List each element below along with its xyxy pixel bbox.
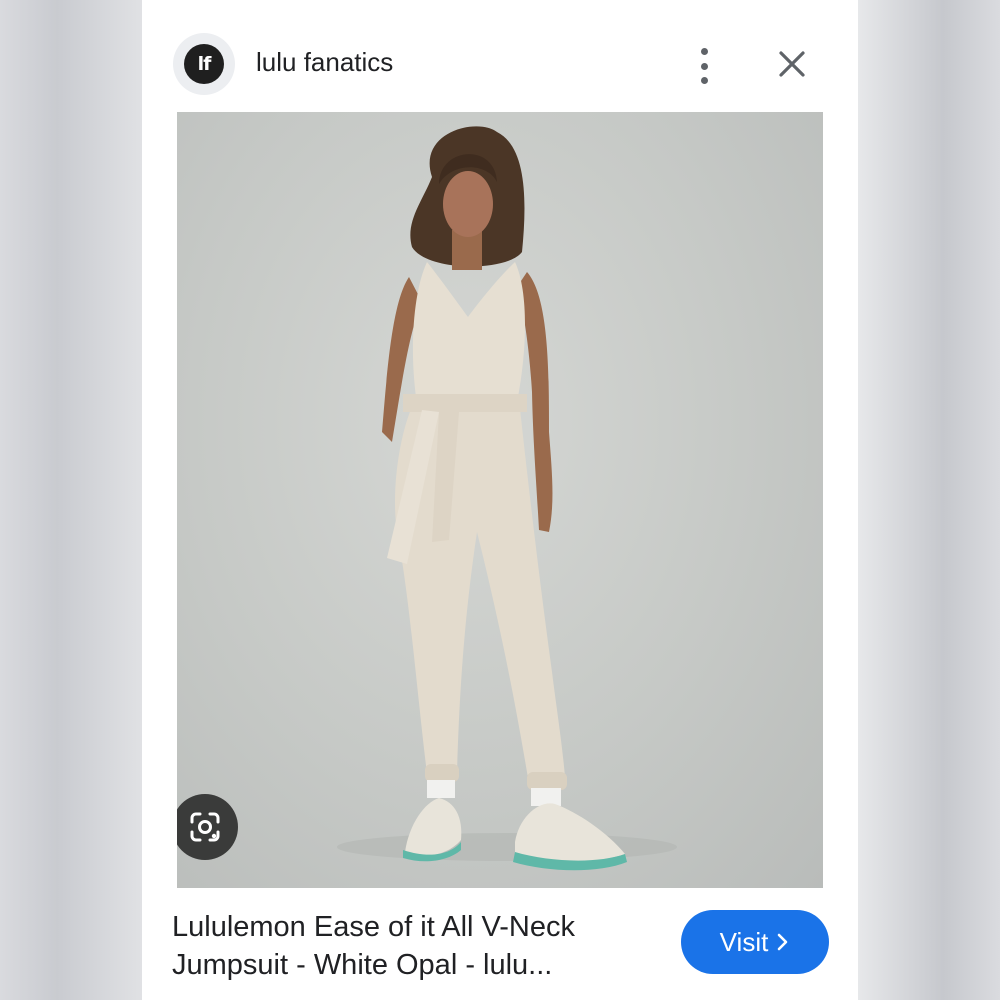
- image-preview-card: lf lulu fanatics Lululemon Ease of it Al…: [142, 0, 858, 1000]
- subtitle-cutoff: [172, 992, 632, 1000]
- backdrop-right: [858, 0, 1000, 1000]
- result-title[interactable]: Lululemon Ease of it All V-Neck Jumpsuit…: [172, 908, 622, 984]
- close-button[interactable]: [772, 44, 812, 84]
- site-logo: lf: [184, 44, 224, 84]
- visit-label: Visit: [719, 926, 769, 957]
- google-lens-icon: [190, 812, 220, 842]
- preview-header: lf lulu fanatics: [142, 0, 858, 112]
- site-avatar[interactable]: lf: [173, 33, 235, 95]
- site-name[interactable]: lulu fanatics: [256, 47, 393, 78]
- preview-footer: Lululemon Ease of it All V-Neck Jumpsuit…: [142, 888, 858, 1000]
- more-options-button[interactable]: [690, 46, 718, 86]
- model-jumpsuit-illustration: [337, 126, 677, 871]
- more-vert-icon: [700, 48, 708, 55]
- chevron-right-icon: [778, 933, 788, 951]
- backdrop-left: [0, 0, 142, 1000]
- product-image[interactable]: [177, 112, 823, 888]
- visit-button[interactable]: Visit: [681, 910, 829, 974]
- close-icon: [779, 51, 805, 77]
